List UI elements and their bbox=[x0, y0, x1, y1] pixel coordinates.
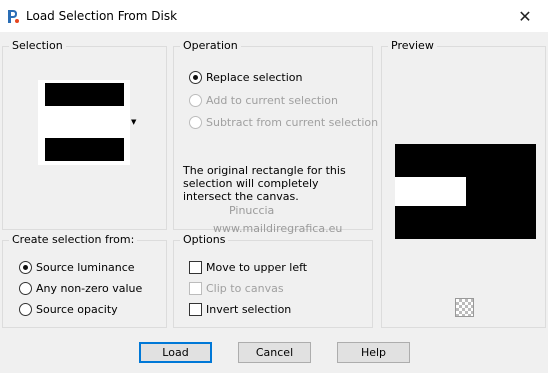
checkbox-move-to-upper-left[interactable]: Move to upper left bbox=[189, 259, 307, 275]
radio-add-to-current-selection-label: Add to current selection bbox=[206, 93, 338, 107]
radio-source-luminance-indicator[interactable] bbox=[19, 260, 32, 274]
radio-source-opacity-indicator[interactable] bbox=[19, 302, 32, 316]
window-title: Load Selection From Disk bbox=[26, 9, 178, 23]
create-selection-from-label: Create selection from: bbox=[9, 233, 138, 246]
selection-thumbnail-bar-top bbox=[45, 83, 124, 106]
radio-subtract-from-current-selection[interactable]: Subtract from current selection bbox=[189, 114, 378, 130]
intersect-info-text: The original rectangle for this selectio… bbox=[183, 164, 346, 203]
preview-canvas bbox=[395, 144, 536, 239]
help-button[interactable]: Help bbox=[337, 342, 410, 363]
preview-selection-area bbox=[395, 177, 466, 206]
radio-subtract-from-current-selection-indicator[interactable] bbox=[189, 115, 202, 129]
selection-group-label: Selection bbox=[9, 39, 66, 52]
radio-any-non-zero-value-label: Any non-zero value bbox=[36, 281, 143, 295]
checkbox-invert-selection-box[interactable] bbox=[189, 302, 202, 316]
watermark-name: Pinuccia bbox=[229, 204, 275, 217]
radio-source-luminance-label: Source luminance bbox=[36, 260, 135, 274]
title-bar: Load Selection From Disk ✕ bbox=[0, 0, 548, 32]
checkbox-invert-selection-label: Invert selection bbox=[206, 302, 292, 316]
radio-any-non-zero-value[interactable]: Any non-zero value bbox=[19, 280, 142, 296]
radio-any-non-zero-value-indicator[interactable] bbox=[19, 281, 32, 295]
transparency-toggle-icon[interactable] bbox=[455, 298, 474, 317]
radio-source-opacity-label: Source opacity bbox=[36, 302, 118, 316]
radio-source-luminance[interactable]: Source luminance bbox=[19, 259, 135, 275]
checkbox-move-to-upper-left-box[interactable] bbox=[189, 260, 202, 274]
close-button[interactable]: ✕ bbox=[502, 0, 548, 32]
load-button[interactable]: Load bbox=[139, 342, 212, 363]
radio-add-to-current-selection-indicator[interactable] bbox=[189, 93, 202, 107]
cancel-button[interactable]: Cancel bbox=[238, 342, 311, 363]
checkbox-clip-to-canvas-label: Clip to canvas bbox=[206, 281, 284, 295]
radio-subtract-from-current-selection-label: Subtract from current selection bbox=[206, 115, 379, 129]
operation-group-label: Operation bbox=[180, 39, 241, 52]
radio-replace-selection-label: Replace selection bbox=[206, 70, 303, 84]
radio-replace-selection-indicator[interactable] bbox=[189, 70, 202, 84]
selection-group: Selection ▼ bbox=[2, 39, 167, 230]
selection-thumbnail-dropdown[interactable] bbox=[38, 80, 130, 165]
watermark-url: www.maildiregrafica.eu bbox=[213, 222, 343, 235]
radio-source-opacity[interactable]: Source opacity bbox=[19, 301, 118, 317]
paintshop-pro-icon bbox=[8, 10, 19, 23]
checkbox-clip-to-canvas-box[interactable] bbox=[189, 281, 202, 295]
checkbox-clip-to-canvas[interactable]: Clip to canvas bbox=[189, 280, 284, 296]
checkbox-invert-selection[interactable]: Invert selection bbox=[189, 301, 291, 317]
radio-add-to-current-selection[interactable]: Add to current selection bbox=[189, 92, 338, 108]
dialog-body: Selection ▼ Operation Replace selection … bbox=[0, 32, 548, 373]
selection-thumbnail-bar-bottom bbox=[45, 138, 124, 161]
preview-group-label: Preview bbox=[388, 39, 437, 52]
close-icon: ✕ bbox=[518, 6, 532, 26]
radio-replace-selection[interactable]: Replace selection bbox=[189, 69, 302, 85]
dropdown-arrow-icon[interactable]: ▼ bbox=[131, 118, 136, 126]
checkbox-move-to-upper-left-label: Move to upper left bbox=[206, 260, 308, 274]
